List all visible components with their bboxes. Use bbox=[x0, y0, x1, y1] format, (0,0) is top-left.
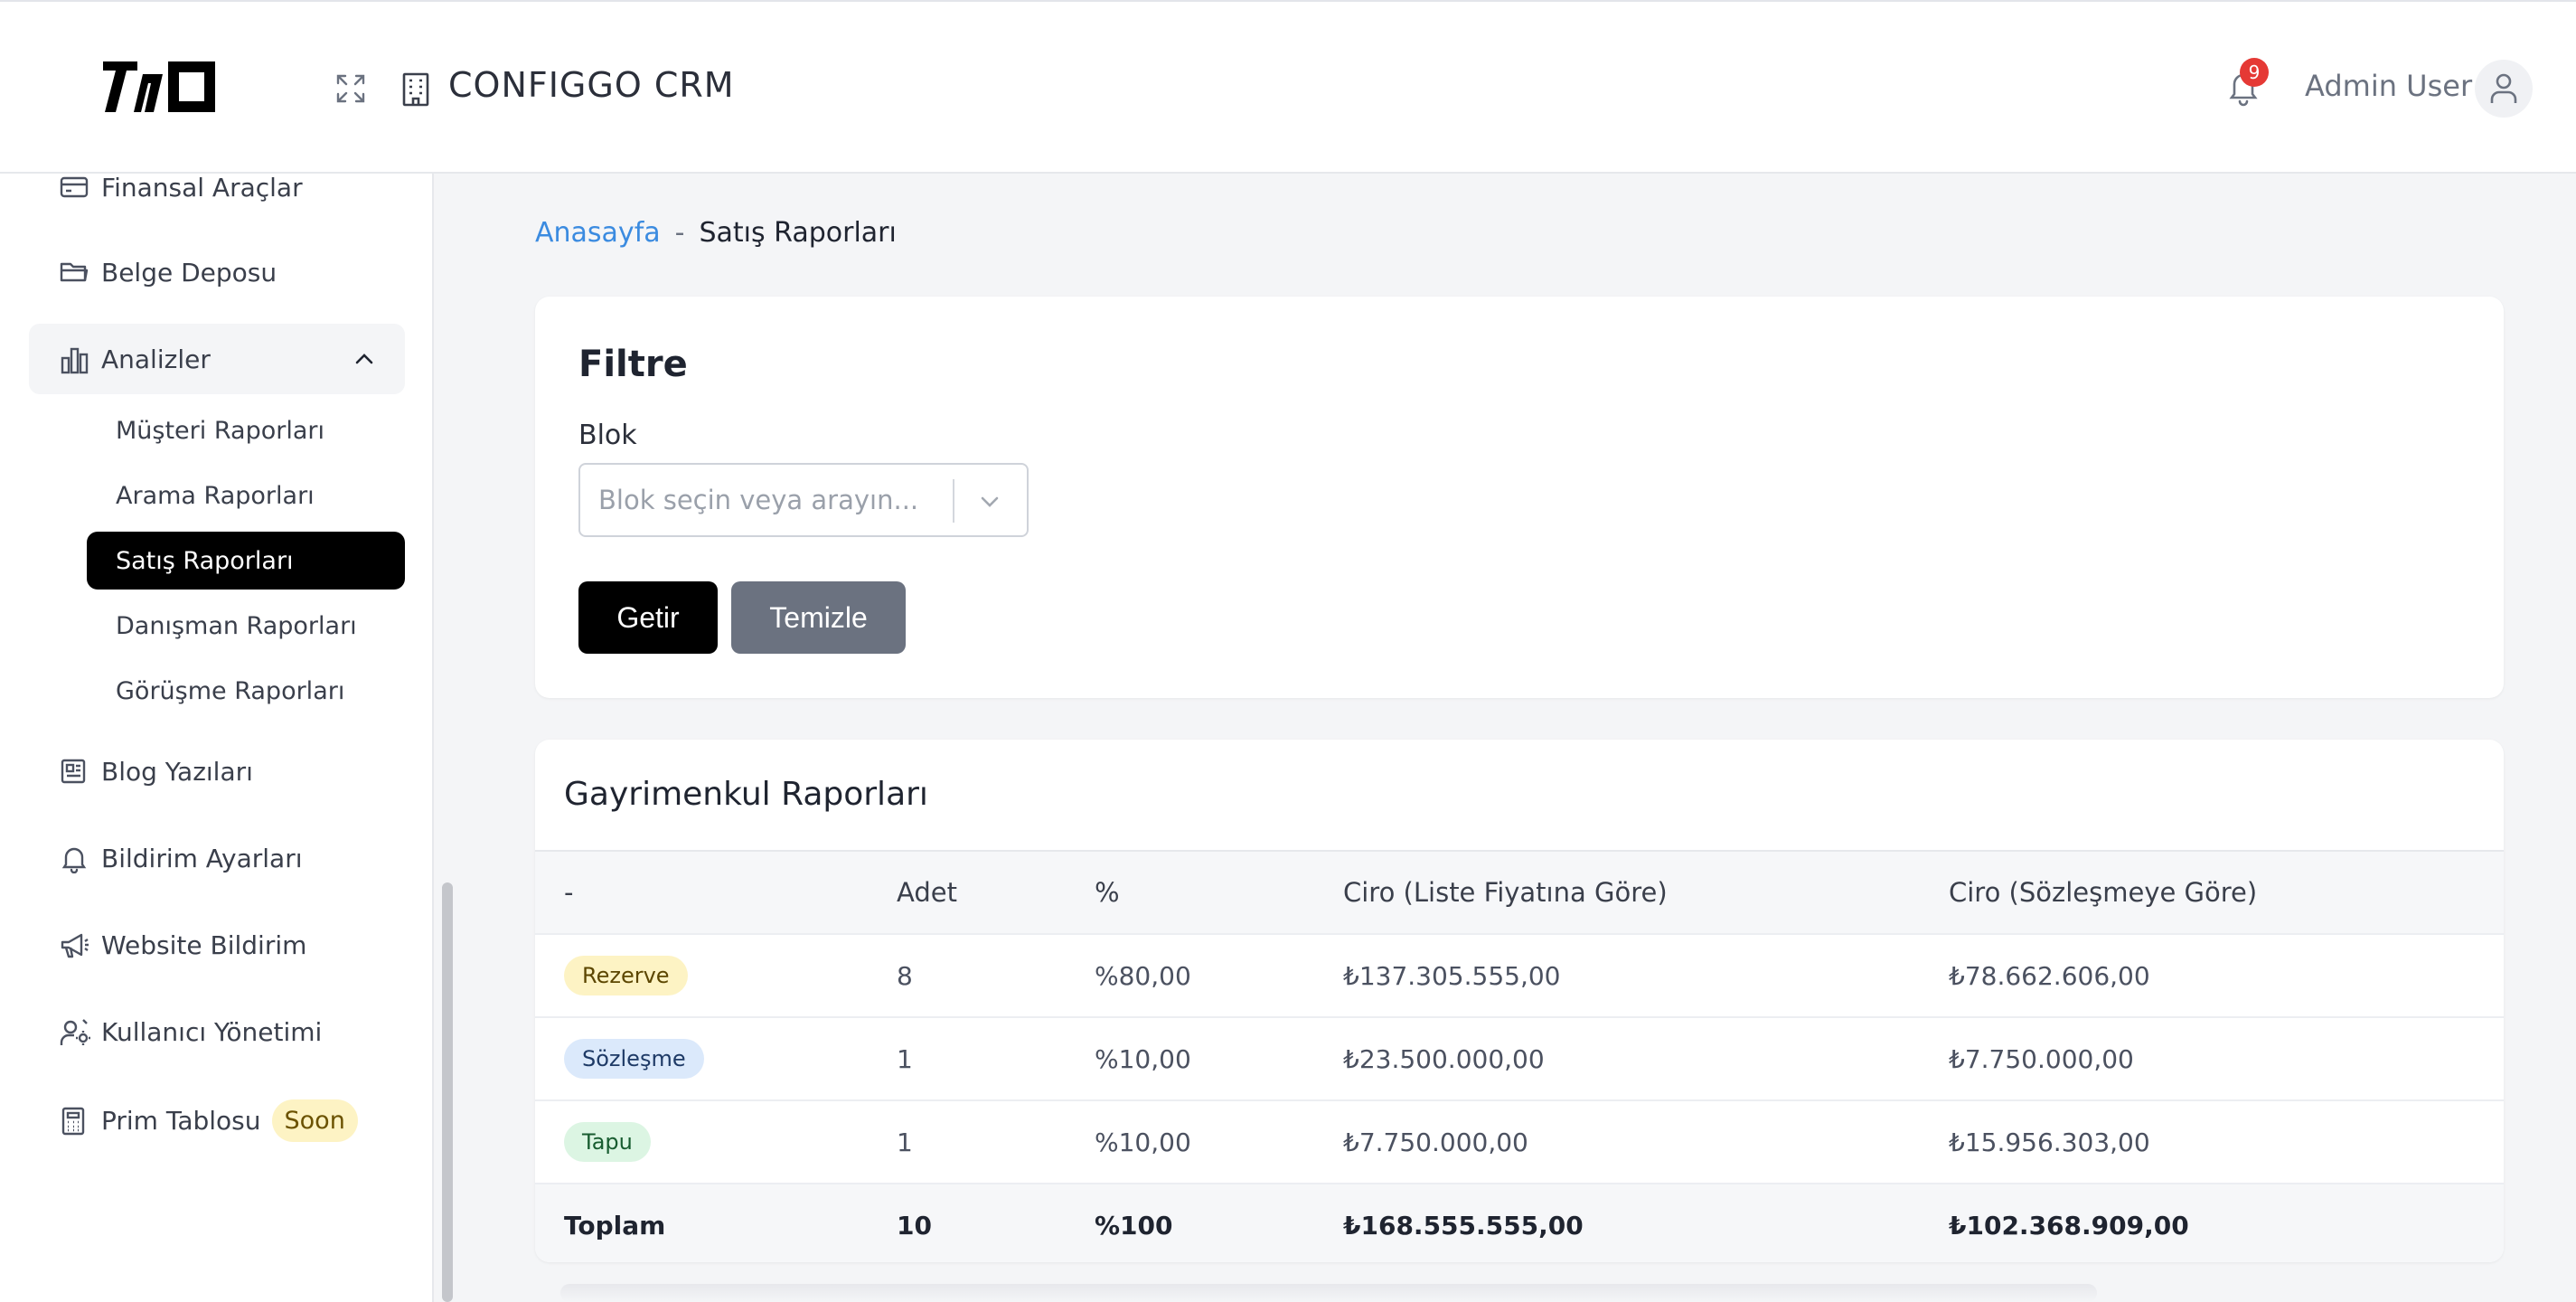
sidebar-item-analizler[interactable]: Analizler bbox=[29, 324, 405, 394]
report-table: - Adet % Ciro (Liste Fiyatına Göre) Ciro… bbox=[535, 850, 2504, 1262]
percent-cell: %10,00 bbox=[1095, 1016, 1343, 1100]
select-divider bbox=[953, 479, 954, 523]
sidebar-item-bildirim-ayarlari[interactable]: Bildirim Ayarları bbox=[29, 823, 405, 893]
brand-logo[interactable] bbox=[103, 61, 215, 112]
expand-icon bbox=[336, 74, 365, 103]
list-revenue-cell: ₺137.305.555,00 bbox=[1343, 933, 1949, 1017]
user-name[interactable]: Admin User bbox=[2305, 69, 2472, 103]
user-avatar[interactable] bbox=[2475, 60, 2533, 118]
total-list-revenue: ₺168.555.555,00 bbox=[1343, 1183, 1949, 1262]
breadcrumb: Anasayfa - Satış Raporları bbox=[535, 217, 897, 249]
sidebar-subitem-arama-raporlari[interactable]: Arama Raporları bbox=[87, 467, 405, 524]
report-title: Gayrimenkul Raporları bbox=[564, 776, 928, 813]
notification-count-badge: 9 bbox=[2240, 58, 2269, 87]
clear-button[interactable]: Temizle bbox=[731, 581, 906, 654]
credit-card-icon bbox=[60, 176, 89, 198]
column-header: % bbox=[1095, 850, 1343, 934]
block-select-placeholder: Blok seçin veya arayın... bbox=[598, 485, 919, 515]
next-card-edge bbox=[560, 1284, 2097, 1302]
sidebar-item-website-bildirim[interactable]: Website Bildirim bbox=[29, 910, 405, 980]
sidebar: Finansal Araçlar Belge Deposu Analizler … bbox=[0, 174, 434, 1302]
block-field-label: Blok bbox=[578, 420, 637, 451]
sidebar-item-label: Website Bildirim bbox=[101, 929, 307, 960]
soon-badge: Soon bbox=[271, 1099, 358, 1142]
building-icon bbox=[402, 72, 429, 107]
app-title: CONFIGGO CRM bbox=[448, 65, 735, 105]
table-total-row: Toplam 10 %100 ₺168.555.555,00 ₺102.368.… bbox=[535, 1183, 2504, 1262]
user-icon bbox=[2490, 73, 2517, 103]
total-label: Toplam bbox=[535, 1183, 897, 1262]
contract-revenue-cell: ₺78.662.606,00 bbox=[1949, 933, 2504, 1017]
breadcrumb-home-link[interactable]: Anasayfa bbox=[535, 217, 661, 249]
breadcrumb-separator: - bbox=[674, 217, 685, 249]
percent-cell: %80,00 bbox=[1095, 933, 1343, 1017]
sidebar-item-kullanici-yonetimi[interactable]: Kullanıcı Yönetimi bbox=[29, 996, 405, 1067]
sidebar-item-label: Analizler bbox=[101, 344, 211, 374]
filter-title: Filtre bbox=[578, 344, 688, 385]
status-badge: Rezerve bbox=[564, 956, 688, 995]
list-revenue-cell: ₺23.500.000,00 bbox=[1343, 1016, 1949, 1100]
sidebar-subitem-gorusme-raporlari[interactable]: Görüşme Raporları bbox=[87, 662, 405, 720]
report-card: Gayrimenkul Raporları - Adet % Ciro (Lis… bbox=[535, 740, 2504, 1262]
sidebar-item-label: Belge Deposu bbox=[101, 257, 277, 288]
megaphone-icon bbox=[61, 933, 89, 958]
sidebar-subitem-musteri-raporlari[interactable]: Müşteri Raporları bbox=[87, 401, 405, 459]
sidebar-item-label: Finansal Araçlar bbox=[101, 174, 303, 203]
sidebar-item-label: Prim Tablosu bbox=[101, 1105, 261, 1136]
chevron-down-icon[interactable] bbox=[978, 490, 1001, 514]
block-select[interactable]: Blok seçin veya arayın... bbox=[578, 463, 1029, 537]
folder-icon bbox=[60, 262, 89, 282]
bell-icon bbox=[61, 847, 87, 873]
sidebar-item-finansal-araclar[interactable]: Finansal Araçlar bbox=[29, 174, 405, 222]
sidebar-item-prim-tablosu[interactable]: Prim Tablosu Soon bbox=[29, 1085, 405, 1156]
newspaper-icon bbox=[61, 759, 86, 784]
column-header: - bbox=[535, 850, 897, 934]
sidebar-scrollbar-thumb[interactable] bbox=[442, 882, 453, 1302]
filter-card: Filtre Blok Blok seçin veya arayın... Ge… bbox=[535, 297, 2504, 698]
sidebar-subitem-danisman-raporlari[interactable]: Danışman Raporları bbox=[87, 597, 405, 655]
top-header: CONFIGGO CRM 9 Admin User bbox=[0, 0, 2576, 174]
status-badge: Tapu bbox=[564, 1122, 651, 1162]
calculator-icon bbox=[61, 1107, 85, 1136]
users-cog-icon bbox=[60, 1019, 90, 1045]
contract-revenue-cell: ₺7.750.000,00 bbox=[1949, 1016, 2504, 1100]
sidebar-subitem-satis-raporlari[interactable]: Satış Raporları bbox=[87, 532, 405, 590]
count-cell: 1 bbox=[897, 1016, 1095, 1100]
count-cell: 1 bbox=[897, 1099, 1095, 1184]
column-header: Ciro (Liste Fiyatına Göre) bbox=[1343, 850, 1949, 934]
sidebar-item-blog-yazilari[interactable]: Blog Yazıları bbox=[29, 736, 405, 807]
table-header-row: - Adet % Ciro (Liste Fiyatına Göre) Ciro… bbox=[535, 850, 2504, 934]
percent-cell: %10,00 bbox=[1095, 1099, 1343, 1184]
sidebar-item-label: Kullanıcı Yönetimi bbox=[101, 1016, 323, 1047]
chevron-up-icon bbox=[355, 354, 373, 364]
bar-chart-icon bbox=[61, 347, 89, 374]
total-contract-revenue: ₺102.368.909,00 bbox=[1949, 1183, 2504, 1262]
sidebar-item-belge-deposu[interactable]: Belge Deposu bbox=[29, 237, 405, 307]
total-percent: %100 bbox=[1095, 1183, 1343, 1262]
count-cell: 8 bbox=[897, 933, 1095, 1017]
column-header: Adet bbox=[897, 850, 1095, 934]
breadcrumb-current: Satış Raporları bbox=[699, 217, 897, 249]
table-row: Tapu 1 %10,00 ₺7.750.000,00 ₺15.956.303,… bbox=[535, 1099, 2504, 1184]
fullscreen-button[interactable] bbox=[333, 71, 369, 107]
sidebar-item-label: Blog Yazıları bbox=[101, 756, 253, 787]
get-button[interactable]: Getir bbox=[578, 581, 718, 654]
column-header: Ciro (Sözleşmeye Göre) bbox=[1949, 850, 2504, 934]
list-revenue-cell: ₺7.750.000,00 bbox=[1343, 1099, 1949, 1184]
table-row: Rezerve 8 %80,00 ₺137.305.555,00 ₺78.662… bbox=[535, 933, 2504, 1017]
table-row: Sözleşme 1 %10,00 ₺23.500.000,00 ₺7.750.… bbox=[535, 1016, 2504, 1100]
total-count: 10 bbox=[897, 1183, 1095, 1262]
sidebar-item-label: Bildirim Ayarları bbox=[101, 843, 303, 873]
status-badge: Sözleşme bbox=[564, 1039, 704, 1079]
contract-revenue-cell: ₺15.956.303,00 bbox=[1949, 1099, 2504, 1184]
